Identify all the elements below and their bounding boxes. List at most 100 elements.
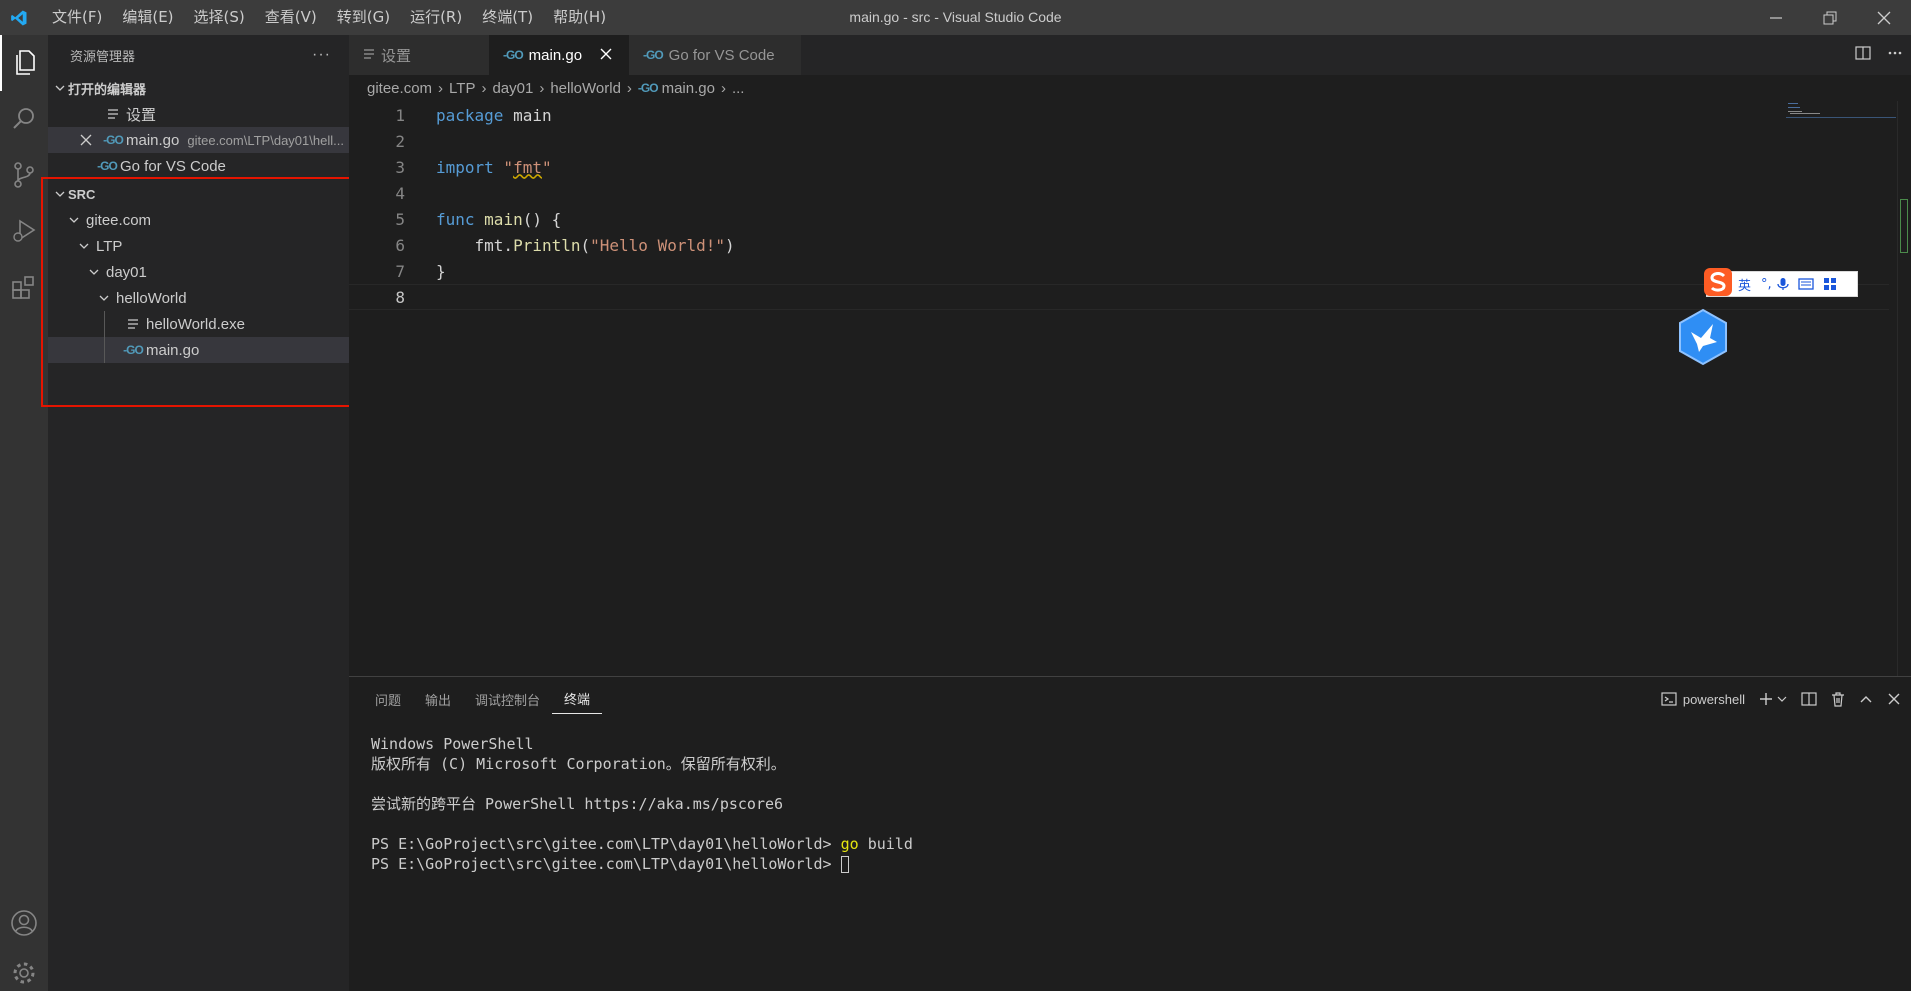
terminal-prompt: PS E:\GoProject\src\gitee.com\LTP\day01\… xyxy=(371,855,832,873)
menu-edit[interactable]: 编辑(E) xyxy=(112,0,183,35)
indent-guide xyxy=(104,311,105,337)
terminal-line: PS E:\GoProject\src\gitee.com\LTP\day01\… xyxy=(371,834,913,854)
editor-scrollbar[interactable] xyxy=(1897,101,1911,676)
source-control-activity[interactable] xyxy=(0,147,48,203)
tab-terminal[interactable]: 终端 xyxy=(552,684,603,714)
code-token: " xyxy=(493,157,514,177)
tree-folder[interactable]: gitee.com xyxy=(48,207,349,233)
tab-go-for-vscode[interactable]: -GO Go for VS Code xyxy=(629,35,801,75)
menu-selection[interactable]: 选择(S) xyxy=(184,0,255,35)
split-terminal-icon[interactable] xyxy=(1801,691,1817,707)
code-token: fmt. xyxy=(474,235,514,255)
tree-label: LTP xyxy=(96,237,123,255)
tab-main-go[interactable]: -GO main.go xyxy=(489,35,629,75)
more-actions-button[interactable]: ··· xyxy=(312,46,331,64)
trash-icon[interactable] xyxy=(1831,691,1845,707)
more-actions-icon[interactable] xyxy=(1887,45,1903,65)
accounts-activity[interactable] xyxy=(0,895,48,951)
tab-label: Go for VS Code xyxy=(668,46,775,64)
scrollbar-marker xyxy=(1900,199,1908,253)
go-file-icon: -GO xyxy=(643,48,664,62)
explorer-title: 资源管理器 xyxy=(70,48,136,64)
code-token: func xyxy=(436,209,475,229)
search-activity[interactable] xyxy=(0,91,48,147)
terminal-output[interactable]: Windows PowerShell 版权所有 (C) Microsoft Co… xyxy=(371,734,913,874)
terminal-line: 版权所有 (C) Microsoft Corporation。保留所有权利。 xyxy=(371,755,786,773)
close-window-button[interactable] xyxy=(1857,0,1911,35)
minimize-button[interactable] xyxy=(1749,0,1803,35)
chevron-up-icon[interactable] xyxy=(1859,692,1873,706)
minimap[interactable] xyxy=(1786,101,1896,121)
files-icon xyxy=(16,50,35,75)
code-line: 6 fmt.Println("Hello World!") xyxy=(349,232,1889,258)
tree-label: helloWorld xyxy=(116,289,187,307)
folder-section[interactable]: SRC xyxy=(48,181,349,207)
split-editor-icon[interactable] xyxy=(1855,45,1871,65)
chevron-down-icon xyxy=(52,82,68,94)
breadcrumb-item[interactable]: ... xyxy=(732,80,745,97)
tab-output[interactable]: 输出 xyxy=(413,677,463,721)
breadcrumb-item[interactable]: LTP xyxy=(449,80,475,97)
terminal-line: Windows PowerShell xyxy=(371,735,534,753)
tab-label: main.go xyxy=(528,46,583,64)
tree-folder[interactable]: LTP xyxy=(48,233,349,259)
terminal-line: PS E:\GoProject\src\gitee.com\LTP\day01\… xyxy=(371,854,913,874)
ime-punctuation[interactable]: °, xyxy=(1761,277,1772,292)
go-file-icon: -GO xyxy=(637,81,659,95)
grid-menu-icon[interactable] xyxy=(1823,277,1837,291)
tab-settings[interactable]: 设置 xyxy=(349,35,489,75)
line-number: 8 xyxy=(395,287,405,307)
close-panel-icon[interactable] xyxy=(1887,692,1901,706)
breadcrumb-item[interactable]: gitee.com xyxy=(367,80,432,97)
go-file-icon: -GO xyxy=(97,159,118,173)
folder-label: SRC xyxy=(68,186,96,202)
explorer-activity[interactable] xyxy=(0,35,48,91)
microphone-icon[interactable] xyxy=(1777,277,1789,291)
tree-folder[interactable]: helloWorld xyxy=(48,285,349,311)
code-editor[interactable]: 1 package main 2 3 import "fmt" 4 5 func… xyxy=(349,101,1911,676)
breadcrumb-item[interactable]: main.go xyxy=(662,80,715,97)
manage-activity[interactable] xyxy=(0,951,48,991)
code-token: " xyxy=(541,157,552,177)
plus-icon xyxy=(1760,693,1772,705)
code-token: package xyxy=(436,105,504,125)
tree-file[interactable]: -GO main.go xyxy=(48,337,349,363)
open-editor-path: gitee.com\LTP\day01\hell... xyxy=(187,132,344,148)
menu-terminal[interactable]: 终端(T) xyxy=(472,0,543,35)
open-editor-item[interactable]: 设置 xyxy=(48,101,349,127)
close-icon[interactable] xyxy=(78,134,94,146)
vscode-logo-icon xyxy=(6,0,32,35)
breadcrumb-item[interactable]: helloWorld xyxy=(550,80,621,97)
ime-toolbar[interactable]: 英 °, xyxy=(1704,268,1858,297)
open-editor-item[interactable]: -GO Go for VS Code xyxy=(48,153,349,179)
exe-file-icon xyxy=(124,318,142,330)
extensions-activity[interactable] xyxy=(0,259,48,315)
menu-go[interactable]: 转到(G) xyxy=(327,0,400,35)
open-editor-name: Go for VS Code xyxy=(120,157,226,175)
tab-debug-console[interactable]: 调试控制台 xyxy=(463,677,552,721)
menu-file[interactable]: 文件(F) xyxy=(42,0,112,35)
tree-folder[interactable]: day01 xyxy=(48,259,349,285)
menu-view[interactable]: 查看(V) xyxy=(255,0,327,35)
terminal-selector[interactable]: powershell xyxy=(1661,691,1745,707)
restore-button[interactable] xyxy=(1803,0,1857,35)
settings-file-icon xyxy=(363,47,375,64)
run-debug-activity[interactable] xyxy=(0,203,48,259)
menu-run[interactable]: 运行(R) xyxy=(400,0,472,35)
chevron-right-icon: › xyxy=(481,79,487,97)
tab-problems[interactable]: 问题 xyxy=(363,677,413,721)
tree-file[interactable]: helloWorld.exe xyxy=(48,311,349,337)
close-icon[interactable] xyxy=(600,47,612,64)
ime-language[interactable]: 英 xyxy=(1738,275,1751,294)
menu-bar: 文件(F) 编辑(E) 选择(S) 查看(V) 转到(G) 运行(R) 终端(T… xyxy=(42,0,616,35)
breadcrumb-item[interactable]: day01 xyxy=(492,80,533,97)
keyboard-icon[interactable] xyxy=(1798,278,1814,290)
floating-assistant-icon[interactable] xyxy=(1677,308,1729,366)
menu-help[interactable]: 帮助(H) xyxy=(543,0,616,35)
new-terminal-button[interactable] xyxy=(1759,692,1787,706)
source-control-icon xyxy=(14,162,34,188)
open-editor-item[interactable]: -GO main.go gitee.com\LTP\day01\hell... xyxy=(48,127,349,153)
open-editors-section[interactable]: 打开的编辑器 xyxy=(48,75,349,101)
